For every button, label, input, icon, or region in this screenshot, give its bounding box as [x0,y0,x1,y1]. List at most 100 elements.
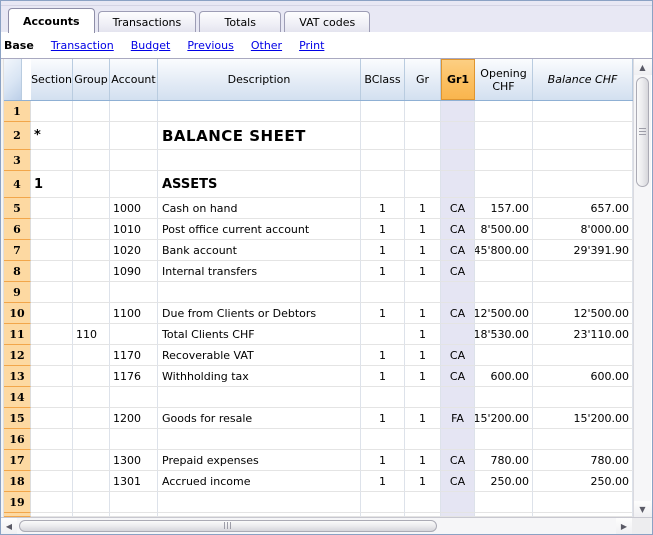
cell-description[interactable]: Goods for resale [158,408,361,429]
cell-balance-chf[interactable]: 8'000.00 [533,219,633,240]
cell-bclass[interactable]: 1 [361,408,405,429]
cell-description[interactable] [158,150,361,171]
cell-account[interactable]: 1200 [110,408,158,429]
cell-bclass[interactable] [361,429,405,450]
cell-gr[interactable] [405,387,441,408]
cell-description[interactable]: Internal transfers [158,261,361,282]
cell-balance-chf[interactable]: 12'500.00 [533,303,633,324]
view-link-transaction[interactable]: Transaction [51,39,114,52]
cell-gr[interactable]: 1 [405,198,441,219]
cell-opening-chf[interactable]: 8'500.00 [475,219,533,240]
column-header-gr1[interactable]: Gr1 [441,59,475,100]
cell-gr1[interactable]: CA [441,219,475,240]
cell-section[interactable] [31,240,73,261]
cell-balance-chf[interactable]: 15'200.00 [533,408,633,429]
cell-group[interactable] [73,408,110,429]
row-number[interactable]: 17 [4,450,31,471]
column-header-opening-chf[interactable]: Opening CHF [475,59,533,100]
cell-gr[interactable] [405,282,441,303]
cell-account[interactable] [110,492,158,513]
cell-gr1[interactable] [441,282,475,303]
cell-group[interactable] [73,345,110,366]
row-number[interactable]: 19 [4,492,31,513]
cell-account[interactable]: 1170 [110,345,158,366]
cell-account[interactable]: 1000 [110,198,158,219]
cell-section[interactable] [31,198,73,219]
column-header-description[interactable]: Description [158,59,361,100]
column-header-section[interactable]: Section [31,59,73,100]
cell-section[interactable] [31,324,73,345]
cell-bclass[interactable] [361,513,405,517]
cell-section[interactable] [31,219,73,240]
tab-totals[interactable]: Totals [199,11,282,32]
cell-opening-chf[interactable]: 250.00 [475,471,533,492]
vertical-scrollbar[interactable]: ▲ ▼ [633,59,652,517]
vertical-scroll-thumb[interactable] [635,77,649,187]
cell-group[interactable] [73,513,110,517]
cell-bclass[interactable] [361,171,405,198]
cell-section[interactable] [31,150,73,171]
cell-bclass[interactable]: 1 [361,198,405,219]
cell-account[interactable] [110,282,158,303]
cell-account[interactable] [110,513,158,517]
cell-balance-chf[interactable] [533,492,633,513]
cell-gr[interactable]: 1 [405,345,441,366]
cell-opening-chf[interactable]: 15'200.00 [475,408,533,429]
cell-opening-chf[interactable]: 45'800.00 [475,240,533,261]
cell-balance-chf[interactable] [533,261,633,282]
column-header-balance-chf[interactable]: Balance CHF [533,59,633,100]
cell-gr1[interactable] [441,101,475,122]
cell-gr1[interactable] [441,122,475,150]
cell-balance-chf[interactable] [533,429,633,450]
cell-group[interactable] [73,198,110,219]
cell-group[interactable] [73,429,110,450]
row-number[interactable]: 3 [4,150,31,171]
cell-description[interactable]: Bank account [158,240,361,261]
cell-group[interactable] [73,171,110,198]
cell-account[interactable] [110,387,158,408]
row-number[interactable]: 9 [4,282,31,303]
row-number[interactable]: 13 [4,366,31,387]
cell-gr1[interactable] [441,150,475,171]
cell-opening-chf[interactable]: 157.00 [475,198,533,219]
cell-group[interactable] [73,122,110,150]
cell-opening-chf[interactable] [475,492,533,513]
cell-gr1[interactable]: CA [441,198,475,219]
cell-gr1[interactable]: CA [441,303,475,324]
cell-bclass[interactable]: 1 [361,471,405,492]
cell-balance-chf[interactable] [533,101,633,122]
cell-opening-chf[interactable] [475,122,533,150]
cell-bclass[interactable]: 1 [361,345,405,366]
cell-balance-chf[interactable]: 780.00 [533,450,633,471]
cell-section[interactable] [31,471,73,492]
cell-balance-chf[interactable]: 29'391.90 [533,240,633,261]
row-number[interactable]: 4 [4,171,31,198]
cell-description[interactable]: Total Clients CHF [158,324,361,345]
cell-bclass[interactable] [361,150,405,171]
cell-group[interactable]: 110 [73,324,110,345]
view-link-previous[interactable]: Previous [187,39,234,52]
cell-description[interactable]: Post office current account [158,219,361,240]
cell-bclass[interactable]: 1 [361,366,405,387]
cell-gr[interactable]: 1 [405,471,441,492]
cell-group[interactable] [73,450,110,471]
cell-section[interactable] [31,492,73,513]
cell-opening-chf[interactable]: 18'530.00 [475,324,533,345]
cell-gr[interactable]: 1 [405,408,441,429]
cell-opening-chf[interactable] [475,261,533,282]
cell-description[interactable] [158,101,361,122]
cell-description[interactable] [158,492,361,513]
cell-description[interactable] [158,282,361,303]
column-header-account[interactable]: Account [110,59,158,100]
cell-gr[interactable]: 1 [405,324,441,345]
cell-gr1[interactable]: CA [441,450,475,471]
cell-balance-chf[interactable] [533,345,633,366]
cell-gr1[interactable] [441,513,475,517]
cell-account[interactable]: 1100 [110,303,158,324]
cell-opening-chf[interactable] [475,513,533,517]
cell-account[interactable] [110,101,158,122]
cell-description[interactable]: Withholding tax [158,366,361,387]
cell-opening-chf[interactable] [475,171,533,198]
cell-account[interactable] [110,171,158,198]
cell-balance-chf[interactable] [533,387,633,408]
